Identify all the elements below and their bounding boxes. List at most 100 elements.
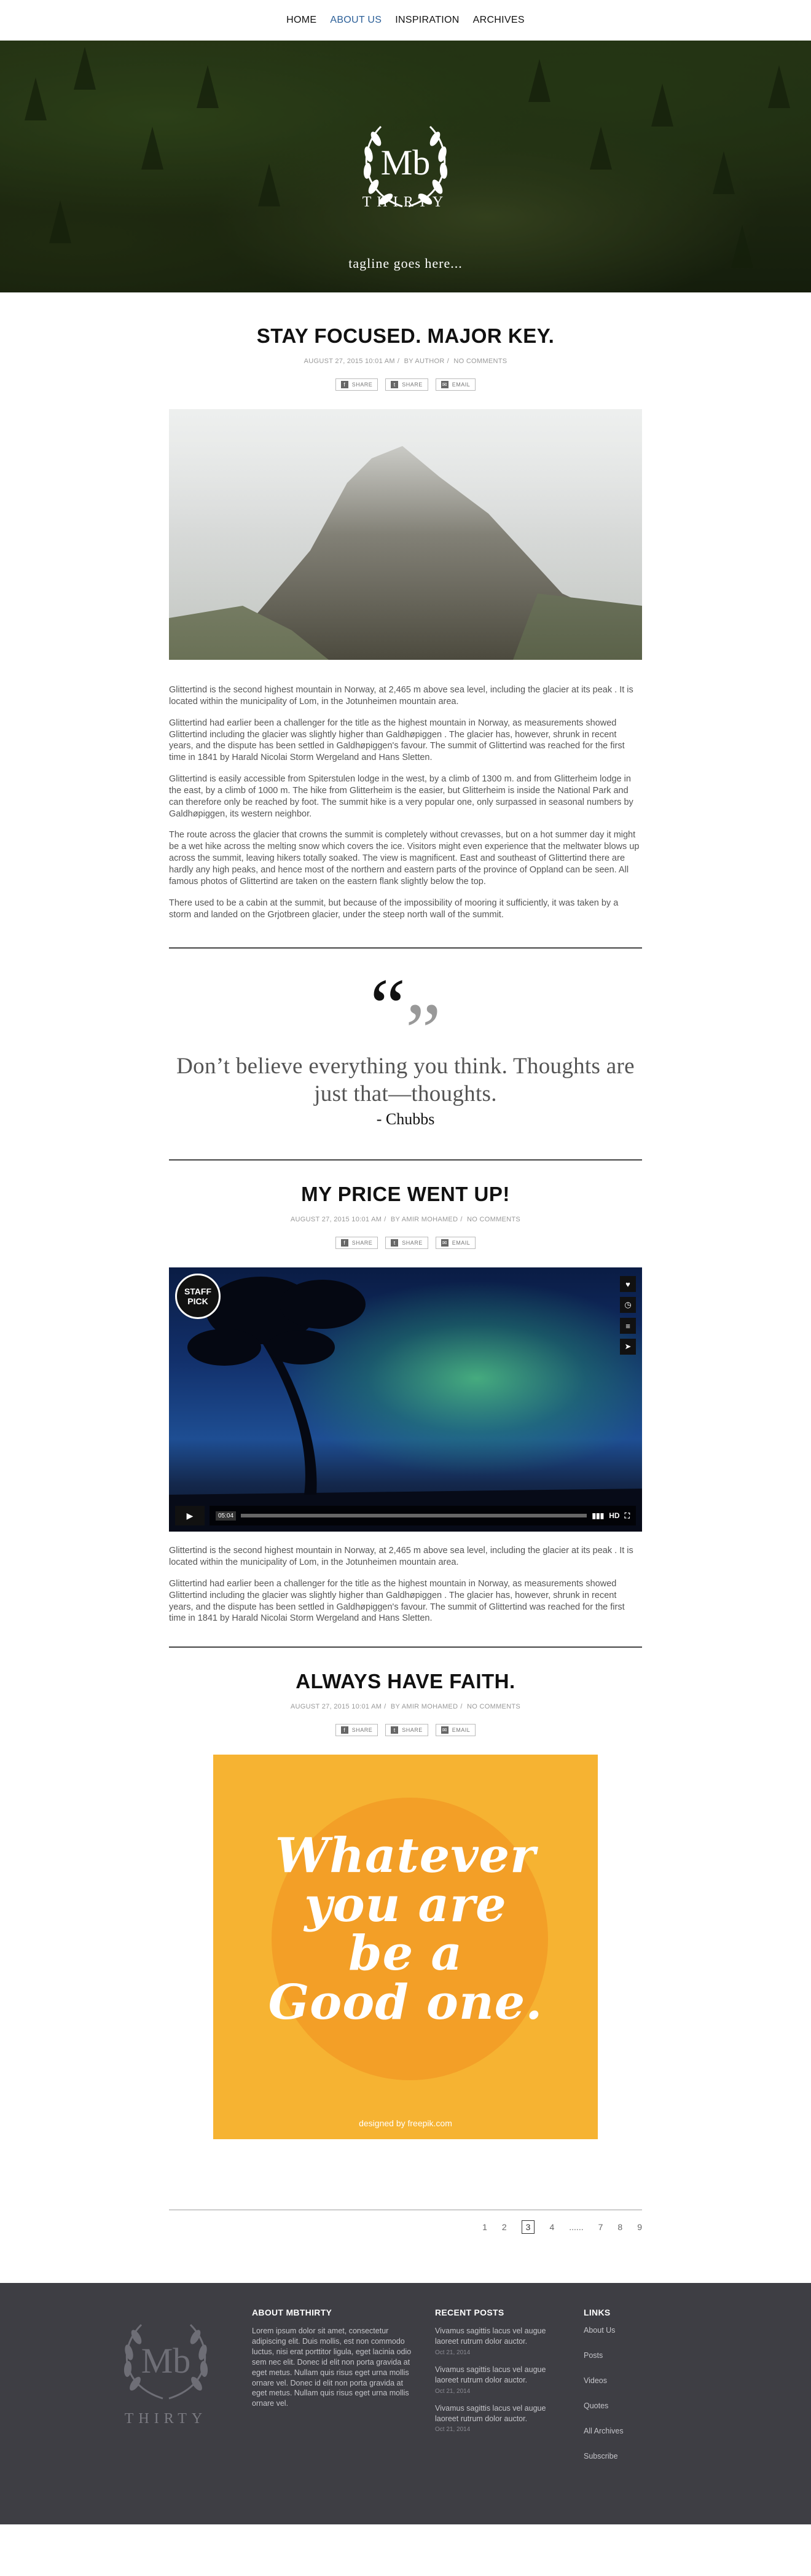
post-author[interactable]: BY AMIR MOHAMED (391, 1703, 458, 1710)
post: MY PRICE WENT UP! AUGUST 27, 2015 10:01 … (169, 1183, 642, 1624)
email-share-button[interactable]: ✉ EMAIL (435, 1237, 476, 1250)
twitter-icon: t (391, 1239, 399, 1247)
post-body: Glittertind is the second highest mounta… (169, 1546, 633, 1624)
heart-icon[interactable]: ♥ (620, 1276, 636, 1293)
post-meta: AUGUST 27, 2015 10:01 AM / BY AMIR MOHAME… (290, 1703, 521, 1711)
page-ellipsis: ...... (569, 2222, 584, 2233)
footer-recent-title: RECENT POSTS (435, 2308, 504, 2318)
post-title[interactable]: ALWAYS HAVE FAITH. (169, 1670, 642, 1693)
footer-link-subscribe[interactable]: Subscribe (584, 2452, 694, 2461)
nav-archives[interactable]: ARCHIVES (473, 15, 525, 26)
twitter-share-button[interactable]: t SHARE (385, 1724, 428, 1737)
facebook-share-button[interactable]: f SHARE (335, 1724, 378, 1737)
post-date: AUGUST 27, 2015 10:01 AM (290, 1216, 382, 1224)
clock-icon[interactable]: ◷ (620, 1297, 636, 1313)
post-author[interactable]: BY AUTHOR (404, 358, 445, 365)
layers-icon[interactable]: ≡ (620, 1318, 636, 1334)
page-link[interactable]: 2 (502, 2222, 507, 2232)
send-icon[interactable]: ➤ (620, 1339, 636, 1355)
footer-links-title: LINKS (584, 2308, 611, 2318)
play-icon[interactable]: ▶ (175, 1506, 205, 1526)
video-progress[interactable]: 05:04 ▮▮▮ HD ⛶ (210, 1506, 636, 1526)
image-credit: designed by freepik.com (359, 2118, 452, 2129)
post-comments[interactable]: NO COMMENTS (467, 1216, 520, 1223)
top-navigation: HOME ABOUT US INSPIRATION ARCHIVES (0, 0, 811, 41)
footer-links: LINKS About Us Posts Videos Quotes All A… (584, 2308, 694, 2477)
facebook-icon: f (340, 1239, 348, 1247)
site-footer: Mb THIRTY ABOUT MBTHIRTY Lorem ipsum dol… (0, 2283, 811, 2525)
video-time: 05:04 (216, 1511, 237, 1521)
footer-about-title: ABOUT MBTHIRTY (252, 2308, 332, 2318)
nav-inspiration[interactable]: INSPIRATION (395, 15, 459, 26)
post: STAY FOCUSED. MAJOR KEY. AUGUST 27, 2015… (169, 324, 642, 920)
twitter-icon: t (391, 1726, 399, 1734)
footer-link-about-us[interactable]: About Us (584, 2326, 694, 2335)
footer-logo-monogram: Mb (141, 2341, 191, 2381)
post-meta: AUGUST 27, 2015 10:01 AM / BY AUTHOR / NO … (304, 358, 507, 365)
post: ALWAYS HAVE FAITH. AUGUST 27, 2015 10:01… (169, 1670, 642, 2140)
envelope-icon: ✉ (441, 1726, 449, 1734)
quote-marks-icon: “” (370, 963, 441, 1076)
nav-home[interactable]: HOME (286, 15, 316, 26)
footer-logo-wordmark: THIRTY (124, 2411, 208, 2427)
post-comments[interactable]: NO COMMENTS (467, 1703, 520, 1710)
video-player[interactable]: STAFF PICK ♥ ◷ ≡ ➤ ▶ 05:04 ▮▮▮ HD ⛶ (169, 1267, 642, 1532)
post-date: AUGUST 27, 2015 10:01 AM (290, 1703, 382, 1711)
logo-monogram: Mb (381, 143, 431, 182)
nav-about-us[interactable]: ABOUT US (330, 15, 382, 26)
share-bar: f SHARE t SHARE ✉ EMAIL (169, 1724, 642, 1737)
post-image-good-one: Whatever you are be a Good one. designed… (213, 1755, 598, 2140)
page-link[interactable]: 7 (598, 2222, 603, 2232)
post-title[interactable]: MY PRICE WENT UP! (169, 1183, 642, 1206)
recent-post-item[interactable]: Vivamus sagittis lacus vel augue laoreet… (435, 2326, 570, 2356)
footer-link-posts[interactable]: Posts (584, 2351, 694, 2360)
divider (169, 1159, 642, 1161)
staff-pick-badge: STAFF PICK (175, 1274, 221, 1320)
page-link[interactable]: 4 (549, 2222, 554, 2232)
footer-link-quotes[interactable]: Quotes (584, 2402, 694, 2410)
pagination: 1 2 3 4 ...... 7 8 9 (169, 2209, 642, 2244)
twitter-share-button[interactable]: t SHARE (385, 378, 428, 391)
fullscreen-icon[interactable]: ⛶ (625, 1511, 630, 1521)
page-link-current[interactable]: 3 (521, 2220, 535, 2234)
post-author[interactable]: BY AMIR MOHAMED (391, 1216, 458, 1223)
envelope-icon: ✉ (441, 381, 449, 388)
divider (169, 947, 642, 949)
volume-icon[interactable]: ▮▮▮ (592, 1511, 604, 1521)
email-share-button[interactable]: ✉ EMAIL (435, 1724, 476, 1737)
facebook-icon: f (340, 381, 348, 388)
footer-about: ABOUT MBTHIRTY Lorem ipsum dolor sit ame… (252, 2308, 412, 2409)
post-image-mountain (169, 409, 642, 660)
share-bar: f SHARE t SHARE ✉ EMAIL (169, 378, 642, 391)
video-controls: ▶ 05:04 ▮▮▮ HD ⛶ (175, 1506, 636, 1526)
main-content: STAY FOCUSED. MAJOR KEY. AUGUST 27, 2015… (169, 324, 642, 2244)
page-link[interactable]: 1 (482, 2222, 487, 2232)
page-link[interactable]: 9 (637, 2222, 642, 2232)
quote-block: “” Don’t believe everything you think. T… (169, 967, 642, 1129)
page-link[interactable]: 8 (617, 2222, 622, 2232)
video-side-actions: ♥ ◷ ≡ ➤ (620, 1276, 636, 1355)
quote-author: - Chubbs (376, 1110, 435, 1129)
facebook-share-button[interactable]: f SHARE (335, 378, 378, 391)
recent-post-item[interactable]: Vivamus sagittis lacus vel augue laoreet… (435, 2365, 570, 2395)
post-meta: AUGUST 27, 2015 10:01 AM / BY AMIR MOHAME… (290, 1216, 521, 1224)
post-comments[interactable]: NO COMMENTS (453, 358, 507, 365)
divider (169, 1646, 642, 1648)
video-scrubber[interactable] (241, 1514, 587, 1518)
post-title[interactable]: STAY FOCUSED. MAJOR KEY. (169, 324, 642, 348)
email-share-button[interactable]: ✉ EMAIL (435, 378, 476, 391)
facebook-share-button[interactable]: f SHARE (335, 1237, 378, 1250)
envelope-icon: ✉ (441, 1239, 449, 1247)
hd-toggle[interactable]: HD (609, 1511, 619, 1521)
hero-banner: Mb THIRTY tagline goes here... (0, 41, 811, 292)
logo-wordmark: THIRTY (362, 194, 449, 210)
image-lettering: Whatever you are be a Good one. (268, 1828, 543, 2030)
tagline: tagline goes here... (348, 256, 463, 271)
footer-link-all-archives[interactable]: All Archives (584, 2427, 694, 2435)
share-bar: f SHARE t SHARE ✉ EMAIL (169, 1237, 642, 1250)
post-date: AUGUST 27, 2015 10:01 AM (304, 358, 395, 365)
post-body: Glittertind is the second highest mounta… (169, 685, 640, 920)
footer-link-videos[interactable]: Videos (584, 2376, 694, 2385)
recent-post-item[interactable]: Vivamus sagittis lacus vel augue laoreet… (435, 2403, 570, 2433)
twitter-share-button[interactable]: t SHARE (385, 1237, 428, 1250)
